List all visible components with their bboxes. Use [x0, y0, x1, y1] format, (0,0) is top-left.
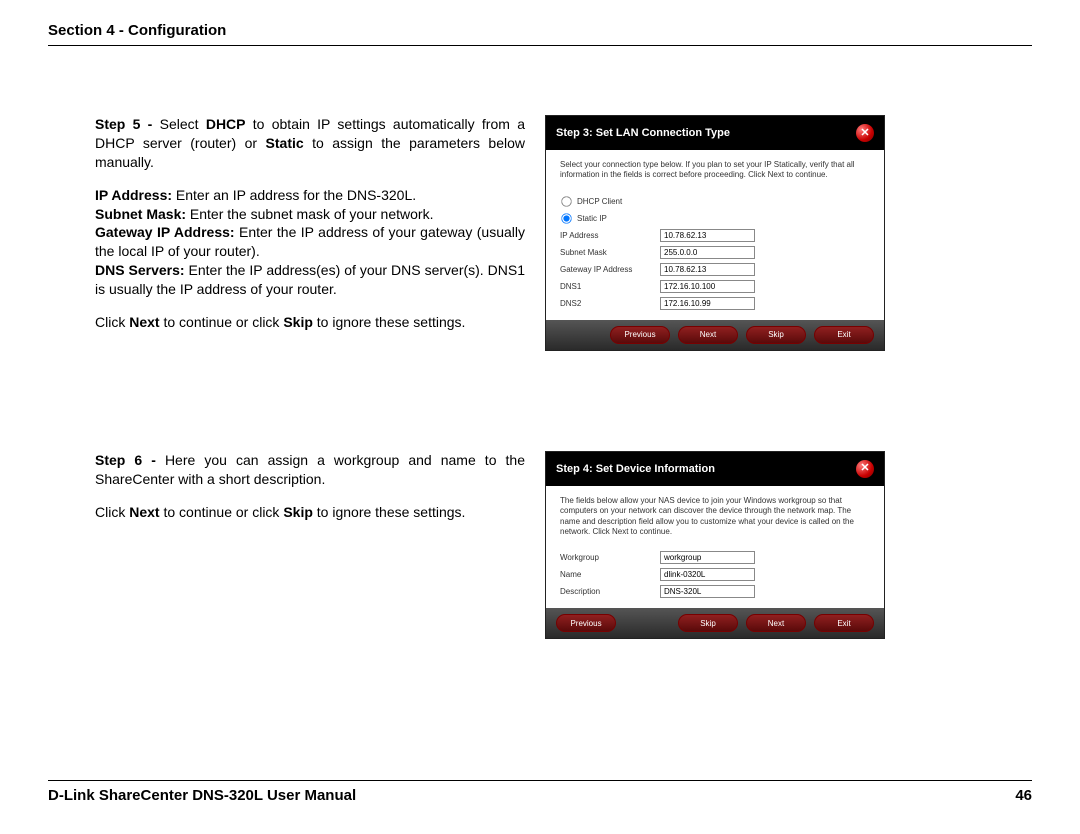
- dialog-lan-header: Step 3: Set LAN Connection Type ✕: [546, 116, 884, 150]
- dialog-lan-buttons: Previous Next Skip Exit: [546, 320, 884, 350]
- dialog-device-title: Step 4: Set Device Information: [556, 463, 715, 475]
- previous-button[interactable]: Previous: [610, 326, 670, 344]
- page-header: Section 4 - Configuration: [48, 22, 1032, 46]
- exit-button[interactable]: Exit: [814, 326, 874, 344]
- radio-dhcp-label: DHCP Client: [577, 197, 622, 206]
- t: to continue or click: [160, 314, 284, 330]
- t: Click: [95, 314, 129, 330]
- row-ip: IP Address: [560, 229, 870, 242]
- skip-button[interactable]: Skip: [678, 614, 738, 632]
- exit-button[interactable]: Exit: [814, 614, 874, 632]
- dialog-device-buttons: Previous Skip Next Exit: [546, 608, 884, 638]
- spacer: [624, 614, 670, 632]
- input-sm[interactable]: [660, 246, 755, 259]
- row-gw: Gateway IP Address: [560, 263, 870, 276]
- next-b: Next: [129, 504, 159, 520]
- input-d1[interactable]: [660, 280, 755, 293]
- step6-text: Step 6 - Here you can assign a workgroup…: [95, 451, 525, 536]
- previous-button[interactable]: Previous: [556, 614, 616, 632]
- next-button[interactable]: Next: [746, 614, 806, 632]
- content-area: Step 5 - Select DHCP to obtain IP settin…: [95, 115, 1032, 639]
- sm-t: Enter the subnet mask of your network.: [186, 206, 433, 222]
- manual-title: D-Link ShareCenter DNS-320L User Manual: [48, 787, 356, 804]
- row-ds: Description: [560, 585, 870, 598]
- input-d2[interactable]: [660, 297, 755, 310]
- dialog-lan: Step 3: Set LAN Connection Type ✕ Select…: [545, 115, 885, 351]
- radio-dhcp-row[interactable]: DHCP Client: [560, 195, 870, 208]
- next-b: Next: [129, 314, 159, 330]
- close-icon[interactable]: ✕: [856, 460, 874, 478]
- radio-dhcp[interactable]: [561, 196, 571, 206]
- lbl-d1: DNS1: [560, 282, 660, 291]
- input-ip[interactable]: [660, 229, 755, 242]
- input-gw[interactable]: [660, 263, 755, 276]
- lbl-ip: IP Address: [560, 231, 660, 240]
- row-nm: Name: [560, 568, 870, 581]
- input-ds[interactable]: [660, 585, 755, 598]
- row-wg: Workgroup: [560, 551, 870, 564]
- lbl-ds: Description: [560, 587, 660, 596]
- dhcp-bold: DHCP: [206, 116, 246, 132]
- dialog-device-header: Step 4: Set Device Information ✕: [546, 452, 884, 486]
- radio-static-row[interactable]: Static IP: [560, 212, 870, 225]
- static-bold: Static: [266, 135, 304, 151]
- t: to ignore these settings.: [313, 504, 466, 520]
- step5-text: Step 5 - Select DHCP to obtain IP settin…: [95, 115, 525, 346]
- input-nm[interactable]: [660, 568, 755, 581]
- skip-b: Skip: [283, 504, 313, 520]
- step5-block: Step 5 - Select DHCP to obtain IP settin…: [95, 115, 1032, 351]
- dialog-lan-help: Select your connection type below. If yo…: [560, 160, 870, 181]
- dialog-device: Step 4: Set Device Information ✕ The fie…: [545, 451, 885, 640]
- row-sm: Subnet Mask: [560, 246, 870, 259]
- row-d1: DNS1: [560, 280, 870, 293]
- t: to continue or click: [160, 504, 284, 520]
- skip-button[interactable]: Skip: [746, 326, 806, 344]
- dialog-lan-title: Step 3: Set LAN Connection Type: [556, 127, 730, 139]
- step6-click: Click Next to continue or click Skip to …: [95, 503, 525, 522]
- t: Select: [160, 116, 206, 132]
- input-wg[interactable]: [660, 551, 755, 564]
- t: Click: [95, 504, 129, 520]
- skip-b: Skip: [283, 314, 313, 330]
- ip-t: Enter an IP address for the DNS-320L.: [172, 187, 416, 203]
- section-title: Section 4 - Configuration: [48, 22, 226, 39]
- lbl-gw: Gateway IP Address: [560, 265, 660, 274]
- radio-static-label: Static IP: [577, 214, 607, 223]
- row-d2: DNS2: [560, 297, 870, 310]
- dialog-lan-body: Select your connection type below. If yo…: [546, 150, 884, 320]
- dialog-device-help: The fields below allow your NAS device t…: [560, 496, 870, 538]
- gw-b: Gateway IP Address:: [95, 224, 235, 240]
- sm-line: Subnet Mask: Enter the subnet mask of yo…: [95, 205, 525, 224]
- next-button[interactable]: Next: [678, 326, 738, 344]
- radio-static[interactable]: [561, 213, 571, 223]
- page-footer: D-Link ShareCenter DNS-320L User Manual …: [48, 780, 1032, 804]
- dns-line: DNS Servers: Enter the IP address(es) of…: [95, 261, 525, 299]
- ip-line: IP Address: Enter an IP address for the …: [95, 186, 525, 205]
- step6-block: Step 6 - Here you can assign a workgroup…: [95, 451, 1032, 640]
- lbl-nm: Name: [560, 570, 660, 579]
- sm-b: Subnet Mask:: [95, 206, 186, 222]
- page-number: 46: [1015, 787, 1032, 804]
- step5-label: Step 5 -: [95, 116, 160, 132]
- dialog-device-body: The fields below allow your NAS device t…: [546, 486, 884, 609]
- step6-label: Step 6 -: [95, 452, 165, 468]
- click-line: Click Next to continue or click Skip to …: [95, 313, 525, 332]
- gw-line: Gateway IP Address: Enter the IP address…: [95, 223, 525, 261]
- dns-b: DNS Servers:: [95, 262, 185, 278]
- step5-intro: Step 5 - Select DHCP to obtain IP settin…: [95, 115, 525, 172]
- lbl-wg: Workgroup: [560, 553, 660, 562]
- step6-intro: Step 6 - Here you can assign a workgroup…: [95, 451, 525, 489]
- ip-b: IP Address:: [95, 187, 172, 203]
- lbl-d2: DNS2: [560, 299, 660, 308]
- close-icon[interactable]: ✕: [856, 124, 874, 142]
- lbl-sm: Subnet Mask: [560, 248, 660, 257]
- t: to ignore these settings.: [313, 314, 466, 330]
